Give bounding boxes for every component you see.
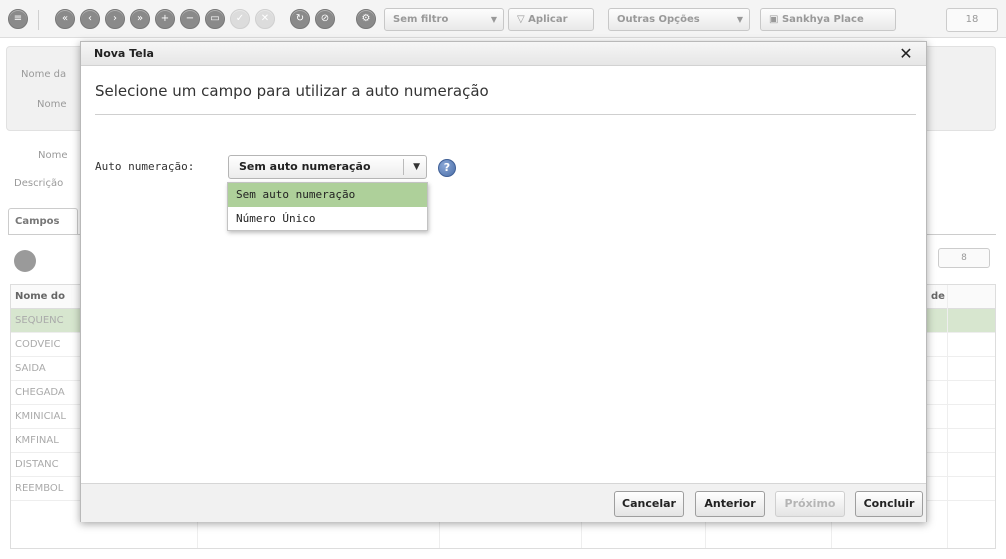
auto-numbering-dropdown: Sem auto numeração Número Único bbox=[227, 182, 428, 231]
form-label-nome-da: Nome da bbox=[21, 69, 67, 80]
form-label-descricao: Descrição bbox=[14, 178, 64, 189]
apply-filter-label: Aplicar bbox=[528, 14, 568, 25]
chevron-down-icon[interactable]: ▼ bbox=[413, 156, 420, 178]
heading-divider bbox=[95, 114, 916, 115]
form-label-nome: Nome bbox=[37, 99, 67, 110]
grid-header-right: de bbox=[931, 291, 945, 302]
filter-select-label: Sem filtro bbox=[393, 14, 449, 25]
grid-menu-icon[interactable] bbox=[14, 250, 36, 272]
close-icon[interactable]: ✕ bbox=[898, 43, 914, 65]
cancel-record-icon[interactable]: ✕ bbox=[255, 9, 275, 29]
chevron-down-icon: ▼ bbox=[490, 15, 497, 24]
auto-numbering-label: Auto numeração: bbox=[95, 160, 195, 173]
toolbar-separator bbox=[38, 10, 39, 30]
option-numero-unico[interactable]: Número Único bbox=[228, 207, 427, 231]
grid-column-divider bbox=[947, 285, 948, 548]
filter-icon[interactable]: ⚙ bbox=[356, 9, 376, 29]
select-separator bbox=[403, 159, 404, 175]
dialog-footer: Cancelar Anterior Próximo Concluir bbox=[81, 483, 926, 522]
new-screen-dialog: Nova Tela ✕ Selecione um campo para util… bbox=[80, 41, 927, 522]
more-options-label: Outras Opções bbox=[617, 14, 700, 25]
sankhya-place-button[interactable]: ▣ Sankhya Place bbox=[760, 8, 896, 31]
apply-filter-button[interactable]: ▽ Aplicar bbox=[508, 8, 594, 31]
funnel-icon: ▽ bbox=[517, 14, 529, 25]
grid-header-name: Nome do bbox=[15, 291, 65, 302]
last-record-icon[interactable]: » bbox=[130, 9, 150, 29]
copy-record-icon[interactable]: ▭ bbox=[205, 9, 225, 29]
sankhya-place-label: Sankhya Place bbox=[781, 14, 864, 25]
previous-button[interactable]: Anterior bbox=[695, 491, 765, 517]
place-icon: ▣ bbox=[769, 14, 782, 25]
filter-select[interactable]: Sem filtro ▼ bbox=[384, 8, 504, 31]
dialog-title: Nova Tela bbox=[94, 47, 154, 60]
first-record-icon[interactable]: « bbox=[55, 9, 75, 29]
form-label-nome-2: Nome bbox=[38, 150, 68, 161]
tab-campos[interactable]: Campos bbox=[8, 208, 78, 235]
add-record-icon[interactable]: + bbox=[155, 9, 175, 29]
auto-numbering-select-value: Sem auto numeração bbox=[239, 160, 371, 173]
dialog-heading: Selecione um campo para utilizar a auto … bbox=[95, 82, 489, 100]
chevron-down-icon: ▼ bbox=[736, 15, 743, 24]
main-toolbar: ≡ « ‹ › » + − ▭ ✓ ✕ ↻ ⊘ ⚙ Sem filtro ▼ ▽… bbox=[0, 0, 1006, 38]
menu-icon[interactable]: ≡ bbox=[8, 9, 28, 29]
save-record-icon[interactable]: ✓ bbox=[230, 9, 250, 29]
dialog-titlebar[interactable]: Nova Tela ✕ bbox=[81, 42, 926, 66]
attach-icon[interactable]: ⊘ bbox=[315, 9, 335, 29]
grid-page-count[interactable]: 8 bbox=[938, 248, 990, 268]
more-options-select[interactable]: Outras Opções ▼ bbox=[608, 8, 750, 31]
page-count-field[interactable]: 18 bbox=[946, 8, 998, 32]
next-record-icon[interactable]: › bbox=[105, 9, 125, 29]
finish-button[interactable]: Concluir bbox=[855, 491, 923, 517]
cancel-button[interactable]: Cancelar bbox=[614, 491, 684, 517]
refresh-icon[interactable]: ↻ bbox=[290, 9, 310, 29]
auto-numbering-select[interactable]: Sem auto numeração ▼ bbox=[228, 155, 427, 179]
option-sem-auto-numeracao[interactable]: Sem auto numeração bbox=[228, 183, 427, 207]
remove-record-icon[interactable]: − bbox=[180, 9, 200, 29]
help-icon[interactable]: ? bbox=[438, 159, 456, 177]
previous-record-icon[interactable]: ‹ bbox=[80, 9, 100, 29]
next-button[interactable]: Próximo bbox=[775, 491, 845, 517]
